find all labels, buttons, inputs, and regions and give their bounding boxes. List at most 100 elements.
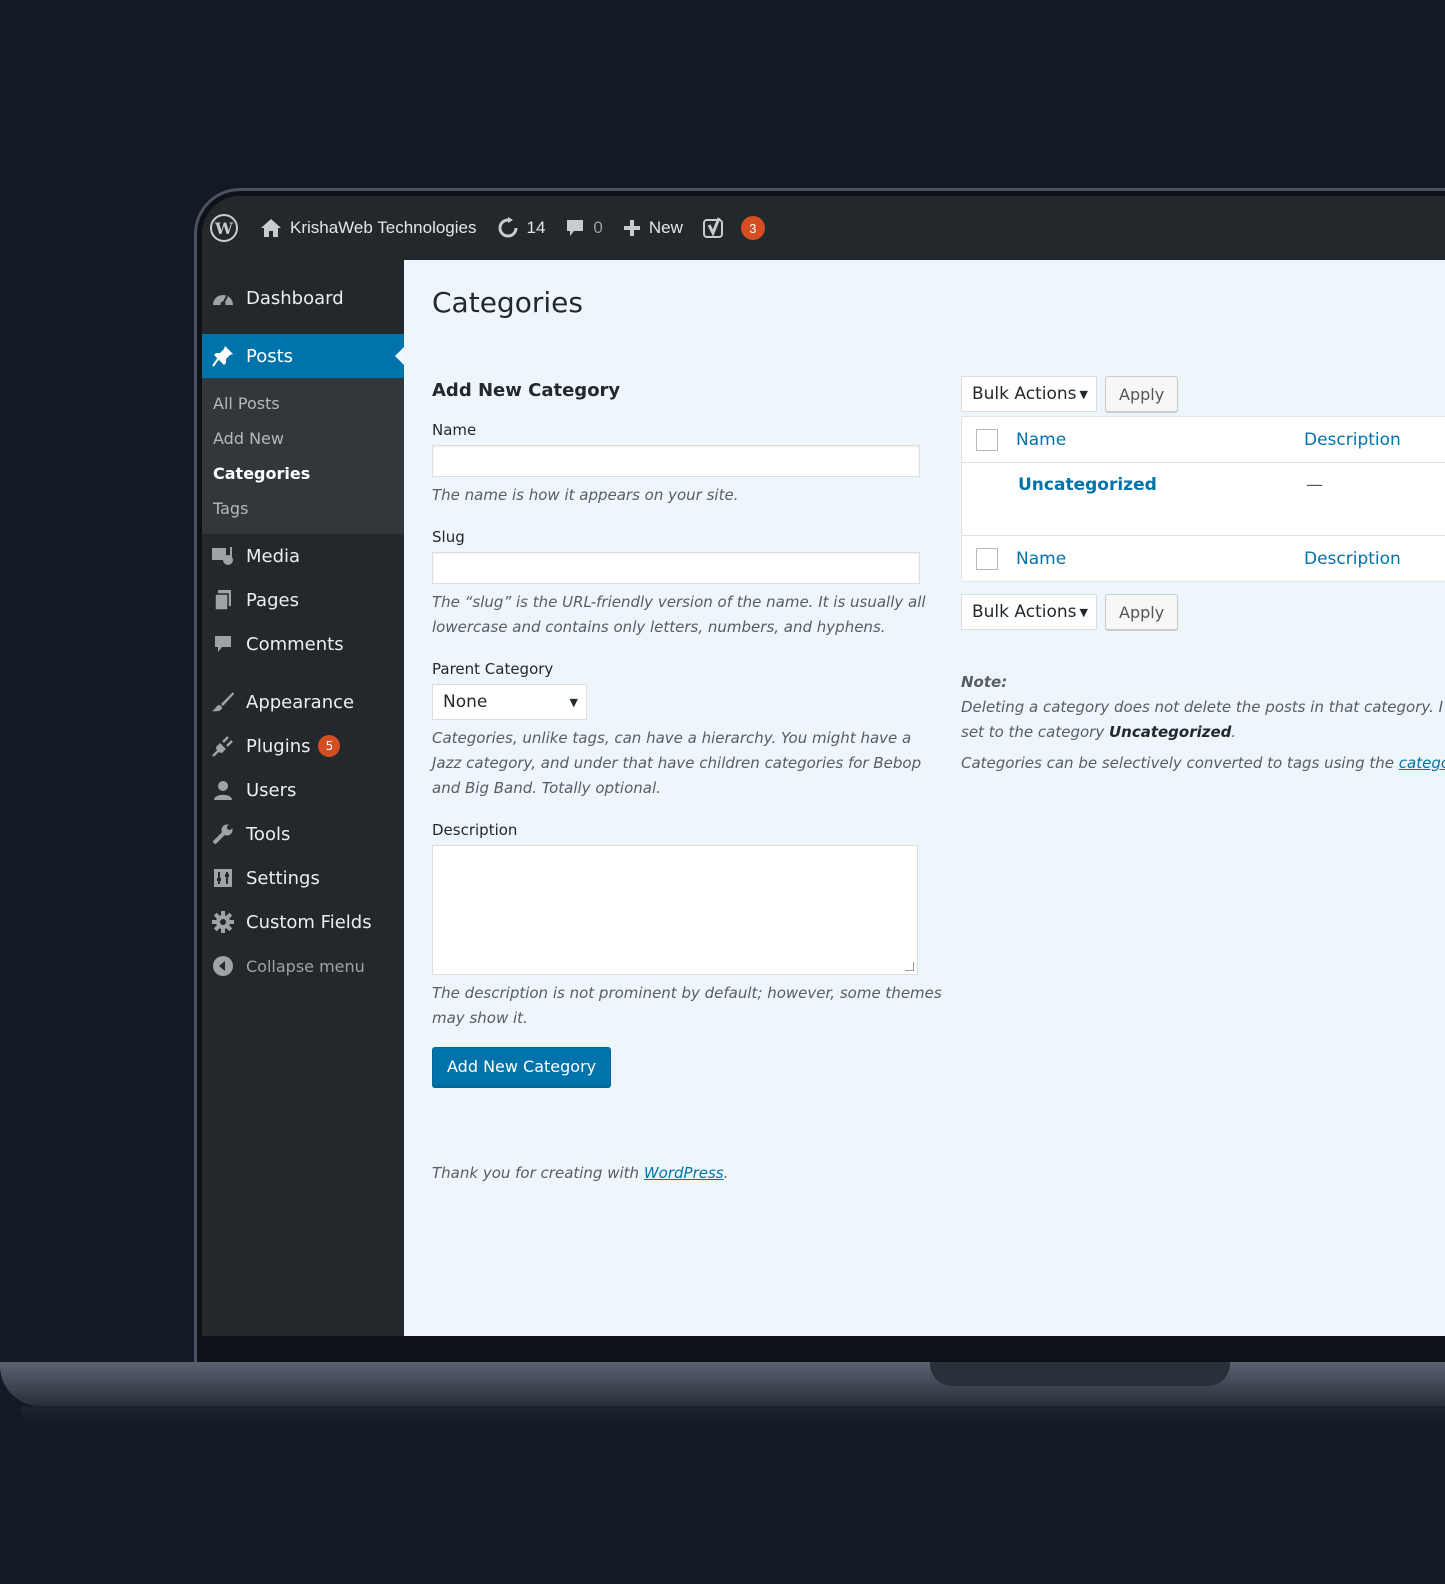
bulk-actions-label: Bulk Actions: [972, 602, 1077, 622]
note-label: Note:: [961, 673, 1008, 691]
sidebar-item-appearance[interactable]: Appearance: [202, 680, 404, 724]
apply-button-bottom[interactable]: Apply: [1105, 594, 1179, 630]
note-line-2-prefix: set to the category: [961, 723, 1109, 741]
parent-help: Categories, unlike tags, can have a hier…: [432, 729, 922, 797]
sidebar-item-custom-fields[interactable]: Custom Fields: [202, 900, 404, 944]
footer-text: Thank you for creating with: [432, 1164, 644, 1182]
admin-sidebar: Dashboard Posts All Posts Add New Catego…: [202, 260, 404, 1336]
description-help: The description is not prominent by defa…: [432, 984, 942, 1027]
table-row: Uncategorized —: [962, 463, 1445, 535]
submenu-add-new[interactable]: Add New: [202, 421, 404, 456]
parent-select-value: None: [443, 692, 488, 712]
comment-icon: [565, 218, 585, 238]
new-content-link[interactable]: New: [623, 218, 683, 238]
submenu-categories[interactable]: Categories: [202, 456, 404, 491]
wordpress-logo-icon[interactable]: W: [210, 214, 238, 242]
sidebar-item-media[interactable]: Media: [202, 534, 404, 578]
bulk-actions-bottom: Bulk Actions ▼ Apply: [961, 594, 1445, 630]
updates-icon: [497, 217, 519, 239]
admin-bar: W KrishaWeb Technologies 14 0 New 3: [202, 196, 1445, 260]
parent-category-select[interactable]: None ▼: [432, 684, 587, 720]
add-category-form: Add New Category Name The name is how it…: [432, 380, 942, 1106]
form-heading: Add New Category: [432, 380, 621, 401]
main-content: Categories Add New Category Name The nam…: [404, 260, 1445, 1336]
chevron-down-icon: ▼: [1079, 605, 1088, 619]
page-title: Categories: [432, 286, 583, 319]
table-footer: Name Description: [962, 535, 1445, 581]
category-name-link[interactable]: Uncategorized: [1018, 475, 1306, 495]
name-help: The name is how it appears on your site.: [432, 486, 739, 504]
apply-button-top[interactable]: Apply: [1105, 376, 1179, 412]
updates-count: 14: [526, 218, 546, 237]
description-field-group: Description The description is not promi…: [432, 821, 942, 1086]
sidebar-item-comments[interactable]: Comments: [202, 622, 404, 666]
bulk-actions-select-bottom[interactable]: Bulk Actions ▼: [961, 594, 1097, 630]
add-new-category-button[interactable]: Add New Category: [432, 1047, 612, 1086]
comments-link[interactable]: 0: [565, 218, 603, 238]
slug-field-group: Slug The “slug” is the URL-friendly vers…: [432, 528, 942, 640]
wrench-icon: [210, 821, 236, 847]
footer-suffix: .: [723, 1164, 729, 1182]
description-textarea[interactable]: [432, 845, 918, 975]
updates-link[interactable]: 14: [497, 217, 546, 239]
sidebar-item-label: Comments: [246, 633, 344, 655]
name-input[interactable]: [432, 445, 920, 477]
sidebar-item-label: Dashboard: [246, 287, 344, 309]
parent-label: Parent Category: [432, 660, 554, 678]
collapse-arrow-icon: [210, 953, 236, 979]
home-icon: [260, 218, 282, 238]
sidebar-item-label: Settings: [246, 867, 320, 889]
categories-list: Bulk Actions ▼ Apply Name Description Un…: [961, 376, 1445, 776]
sidebar-item-settings[interactable]: Settings: [202, 856, 404, 900]
user-icon: [210, 777, 236, 803]
description-label: Description: [432, 821, 518, 839]
dashboard-icon: [210, 285, 236, 311]
slug-input[interactable]: [432, 552, 920, 584]
name-field-group: Name The name is how it appears on your …: [432, 421, 942, 508]
sidebar-item-posts[interactable]: Posts: [202, 334, 404, 378]
category-description: —: [1306, 475, 1323, 495]
column-description-footer[interactable]: Description: [1304, 549, 1401, 569]
categories-note: Note: Deleting a category does not delet…: [961, 670, 1445, 776]
new-label: New: [648, 218, 683, 237]
plugins-update-badge: 5: [318, 735, 341, 757]
submenu-tags[interactable]: Tags: [202, 491, 404, 526]
comments-icon: [210, 631, 236, 657]
submenu-all-posts[interactable]: All Posts: [202, 386, 404, 421]
sidebar-item-plugins[interactable]: Plugins 5: [202, 724, 404, 768]
sidebar-item-label: Posts: [246, 345, 294, 367]
sidebar-item-tools[interactable]: Tools: [202, 812, 404, 856]
select-all-checkbox[interactable]: [976, 428, 998, 451]
plug-icon: [210, 733, 236, 759]
comments-count: 0: [593, 218, 603, 237]
paintbrush-icon: [210, 689, 236, 715]
laptop-notch: [930, 1362, 1230, 1386]
select-all-checkbox-footer[interactable]: [976, 547, 998, 570]
note-line-2: set to the category Uncategorized.: [961, 720, 1445, 745]
site-name-link[interactable]: KrishaWeb Technologies: [260, 218, 477, 238]
wordpress-link[interactable]: WordPress: [644, 1164, 724, 1182]
bulk-actions-select-top[interactable]: Bulk Actions ▼: [961, 376, 1097, 412]
yoast-badge: 3: [740, 216, 765, 240]
categories-table: Name Description Uncategorized — Name De…: [961, 416, 1445, 582]
column-name-footer[interactable]: Name: [1016, 549, 1304, 569]
pages-icon: [210, 587, 236, 613]
yoast-icon: [702, 217, 727, 239]
bulk-actions-top: Bulk Actions ▼ Apply: [961, 376, 1445, 412]
table-header: Name Description: [962, 417, 1445, 463]
column-description-header[interactable]: Description: [1304, 430, 1401, 450]
media-icon: [210, 543, 236, 569]
note-uncategorized: Uncategorized: [1108, 723, 1232, 741]
settings-sliders-icon: [210, 865, 236, 891]
column-name-header[interactable]: Name: [1016, 430, 1304, 450]
name-label: Name: [432, 421, 477, 439]
note-line-2-suffix: .: [1231, 723, 1237, 741]
sidebar-item-pages[interactable]: Pages: [202, 578, 404, 622]
category-converter-link[interactable]: catego: [1399, 754, 1445, 772]
chevron-down-icon: ▼: [569, 695, 578, 709]
collapse-menu-button[interactable]: Collapse menu: [202, 944, 404, 988]
sidebar-item-dashboard[interactable]: Dashboard: [202, 276, 404, 320]
sidebar-item-label: Media: [246, 545, 301, 567]
yoast-seo-link[interactable]: 3: [702, 216, 765, 240]
sidebar-item-users[interactable]: Users: [202, 768, 404, 812]
